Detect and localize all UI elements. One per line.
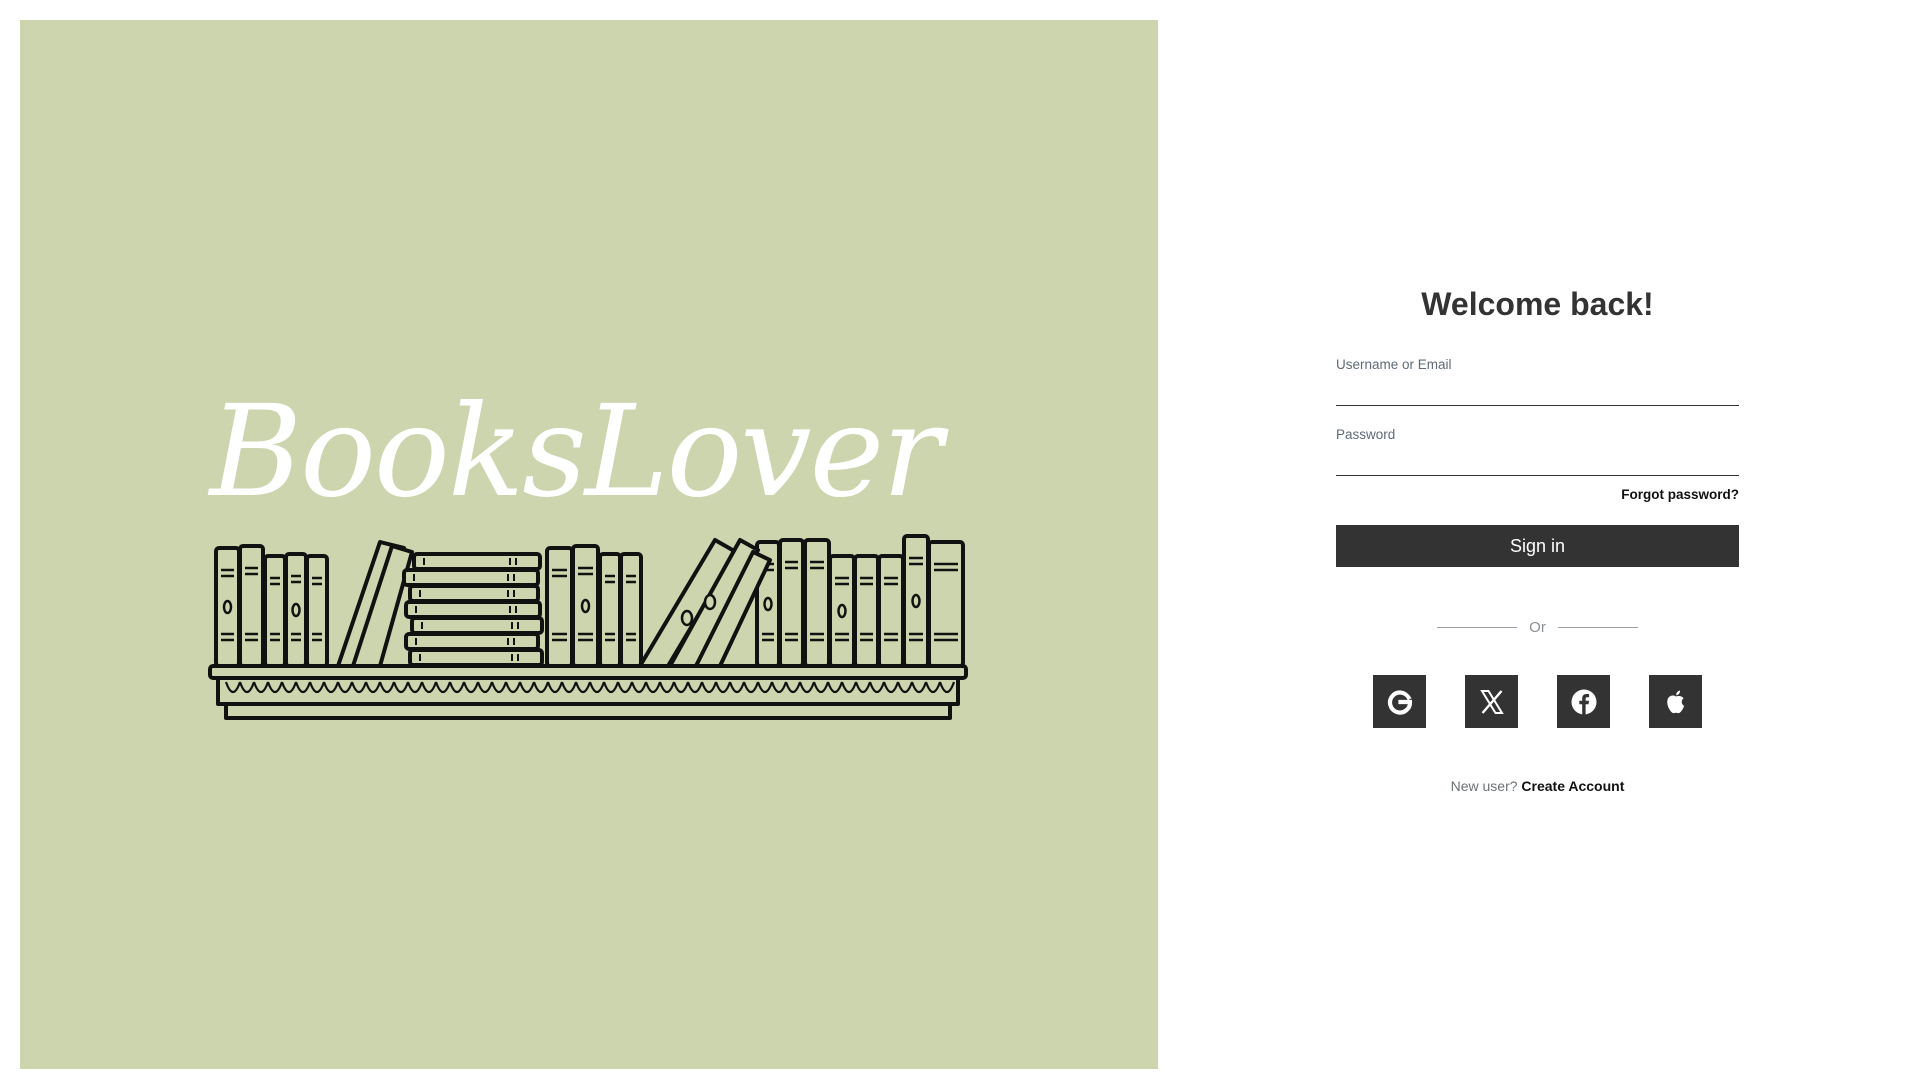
sign-in-button[interactable]: Sign in [1336, 525, 1739, 567]
google-icon [1387, 689, 1412, 715]
create-account-link[interactable]: Create Account [1521, 778, 1624, 794]
divider-line-left [1437, 626, 1518, 628]
apple-icon [1666, 690, 1684, 713]
login-page: BooksLover Welcome back! Username or Ema… [0, 0, 1920, 1080]
bookshelf-illustration-icon [208, 534, 968, 720]
x-icon [1479, 689, 1504, 714]
forgot-password-link[interactable]: Forgot password? [1621, 487, 1739, 502]
password-label: Password [1336, 427, 1396, 442]
facebook-login-button[interactable] [1557, 675, 1610, 728]
password-input[interactable] [1336, 444, 1739, 476]
page-title: Welcome back! [1421, 286, 1654, 322]
brand-logo-text: BooksLover [208, 378, 950, 525]
x-login-button[interactable] [1465, 675, 1518, 728]
forgot-row: Forgot password? [1336, 486, 1739, 504]
username-input[interactable] [1336, 374, 1739, 406]
or-divider: Or [1336, 617, 1739, 637]
password-field: Password [1336, 426, 1739, 476]
social-login-buttons [1336, 675, 1739, 728]
signup-row: New user? Create Account [1336, 778, 1739, 794]
hero-panel: BooksLover [20, 20, 1158, 1069]
apple-login-button[interactable] [1649, 675, 1702, 728]
signup-prompt: New user? [1450, 778, 1522, 794]
divider-line-right [1557, 626, 1638, 628]
username-label: Username or Email [1336, 357, 1452, 372]
login-form: Welcome back! Username or Email Password… [1336, 278, 1739, 794]
facebook-icon [1571, 689, 1596, 715]
username-field: Username or Email [1336, 356, 1739, 406]
google-login-button[interactable] [1373, 675, 1426, 728]
bookshelf-logo: BooksLover [208, 378, 968, 720]
divider-text: Or [1529, 618, 1546, 636]
